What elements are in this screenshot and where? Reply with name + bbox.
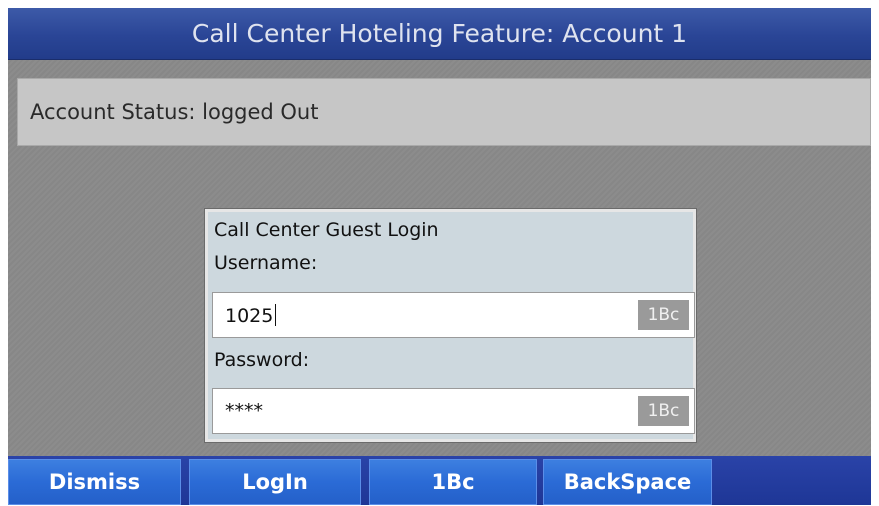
softkey-bar: Dismiss LogIn 1Bc BackSpace	[8, 456, 871, 505]
backspace-softkey[interactable]: BackSpace	[543, 459, 712, 505]
password-value: ****	[225, 400, 263, 422]
username-field[interactable]: 1025 1Bc	[212, 292, 695, 338]
guest-login-dialog: Call Center Guest Login Username: 1025 1…	[205, 209, 696, 442]
input-mode-softkey[interactable]: 1Bc	[369, 459, 537, 505]
title-bar: Call Center Hoteling Feature: Account 1	[8, 8, 871, 60]
dismiss-softkey[interactable]: Dismiss	[8, 459, 181, 505]
login-softkey[interactable]: LogIn	[189, 459, 361, 505]
username-label: Username:	[214, 252, 318, 274]
account-status-text: Account Status: logged Out	[30, 100, 319, 124]
password-label: Password:	[214, 349, 310, 371]
phone-screen: Call Center Hoteling Feature: Account 1 …	[8, 8, 871, 505]
password-field[interactable]: **** 1Bc	[212, 388, 695, 434]
password-input-mode-badge: 1Bc	[638, 396, 689, 426]
username-value: 1025	[225, 304, 277, 327]
window-title: Call Center Hoteling Feature: Account 1	[191, 19, 688, 48]
account-status-panel: Account Status: logged Out	[17, 78, 871, 146]
username-input-mode-badge: 1Bc	[638, 300, 689, 330]
dialog-title: Call Center Guest Login	[214, 219, 439, 241]
text-cursor	[275, 304, 277, 326]
